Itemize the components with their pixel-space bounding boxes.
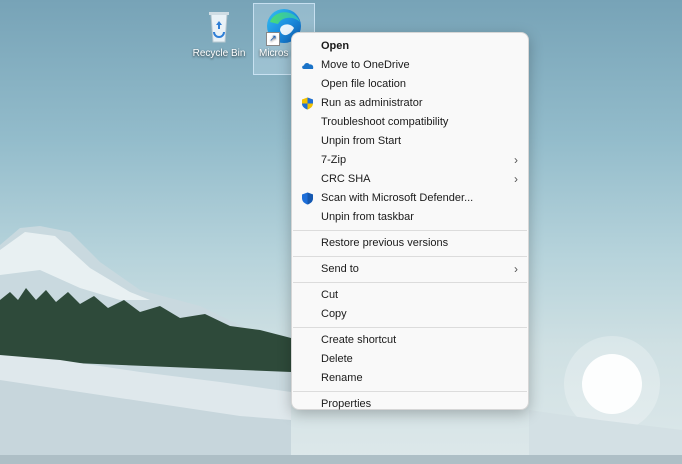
- menu-separator: [293, 230, 527, 231]
- context-menu: Open Move to OneDrive Open file location…: [291, 32, 529, 410]
- desktop-icon-label: Recycle Bin: [192, 48, 246, 59]
- menu-item-cut[interactable]: Cut: [292, 286, 528, 305]
- menu-item-label: Copy: [321, 308, 347, 320]
- menu-item-label: Properties: [321, 398, 372, 410]
- menu-item-label: Scan with Microsoft Defender...: [321, 192, 474, 204]
- menu-item-properties[interactable]: Properties: [292, 395, 528, 414]
- recycle-bin-icon: [199, 6, 239, 46]
- menu-item-label: Move to OneDrive: [321, 59, 410, 71]
- menu-item-label: CRC SHA: [321, 173, 371, 185]
- menu-item-label: Create shortcut: [321, 334, 397, 346]
- menu-item-label: Rename: [321, 372, 363, 384]
- menu-item-open[interactable]: Open: [292, 37, 528, 56]
- menu-item-create-shortcut[interactable]: Create shortcut: [292, 331, 528, 350]
- chevron-right-icon: ›: [514, 172, 518, 186]
- menu-separator: [293, 327, 527, 328]
- menu-item-label: Troubleshoot compatibility: [321, 116, 449, 128]
- menu-item-label: Open file location: [321, 78, 406, 90]
- menu-item-label: Send to: [321, 263, 359, 275]
- menu-item-restore-previous-versions[interactable]: Restore previous versions: [292, 234, 528, 253]
- menu-separator: [293, 282, 527, 283]
- menu-item-label: Unpin from Start: [321, 135, 402, 147]
- desktop-icon-recycle-bin[interactable]: Recycle Bin: [189, 6, 249, 59]
- menu-item-crc-sha[interactable]: CRC SHA ›: [292, 170, 528, 189]
- uac-shield-icon: [301, 97, 314, 110]
- menu-item-label: Restore previous versions: [321, 237, 449, 249]
- menu-item-scan-with-defender[interactable]: Scan with Microsoft Defender...: [292, 189, 528, 208]
- menu-item-label: 7-Zip: [321, 154, 347, 166]
- menu-item-label: Delete: [321, 353, 353, 365]
- menu-item-label: Open: [321, 40, 350, 52]
- defender-shield-icon: [301, 192, 314, 205]
- menu-item-send-to[interactable]: Send to ›: [292, 260, 528, 279]
- menu-item-copy[interactable]: Copy: [292, 305, 528, 324]
- menu-item-troubleshoot-compatibility[interactable]: Troubleshoot compatibility: [292, 113, 528, 132]
- menu-item-run-as-administrator[interactable]: Run as administrator: [292, 94, 528, 113]
- menu-item-open-file-location[interactable]: Open file location: [292, 75, 528, 94]
- menu-item-unpin-from-taskbar[interactable]: Unpin from taskbar: [292, 208, 528, 227]
- menu-item-7-zip[interactable]: 7-Zip ›: [292, 151, 528, 170]
- chevron-right-icon: ›: [514, 153, 518, 167]
- shortcut-arrow-icon: ↗: [266, 32, 280, 46]
- menu-item-rename[interactable]: Rename: [292, 369, 528, 388]
- menu-item-label: Run as administrator: [321, 97, 423, 109]
- menu-item-label: Unpin from taskbar: [321, 211, 414, 223]
- onedrive-icon: [301, 59, 314, 72]
- chevron-right-icon: ›: [514, 262, 518, 276]
- menu-item-label: Cut: [321, 289, 339, 301]
- menu-separator: [293, 391, 527, 392]
- desktop[interactable]: Recycle Bin ↗ Micros Edg Open Move to On…: [0, 0, 682, 464]
- menu-item-move-to-onedrive[interactable]: Move to OneDrive: [292, 56, 528, 75]
- menu-item-unpin-from-start[interactable]: Unpin from Start: [292, 132, 528, 151]
- menu-separator: [293, 256, 527, 257]
- menu-item-delete[interactable]: Delete: [292, 350, 528, 369]
